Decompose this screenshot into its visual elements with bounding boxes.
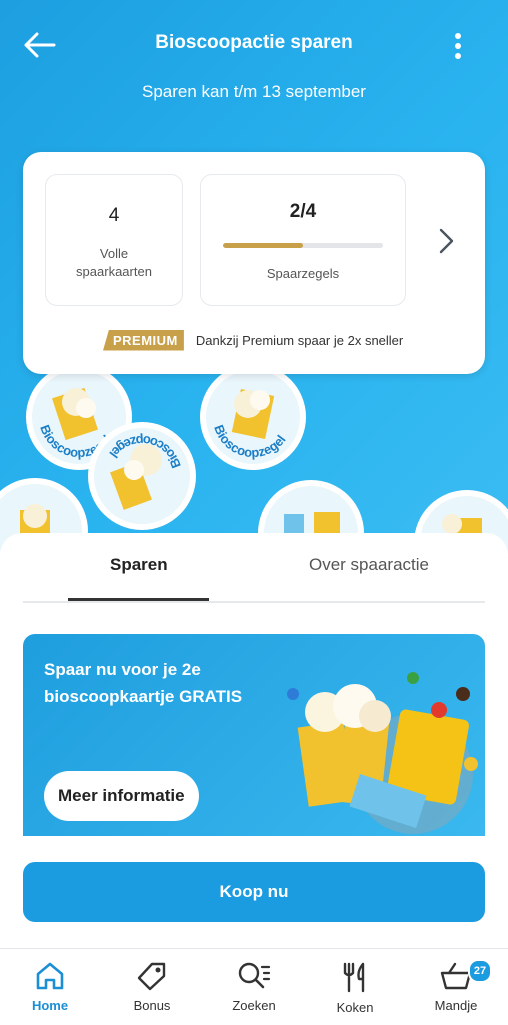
premium-info: PREMIUM Dankzij Premium spaar je 2x snel… (103, 328, 403, 352)
savings-summary-card: 4 Volle spaarkaarten 2/4 Spaarzegels PRE… (23, 152, 485, 374)
page-title: Bioscoopactie sparen (155, 32, 353, 53)
tab-over-spaaractie[interactable]: Over spaaractie (309, 555, 429, 575)
buy-now-button[interactable]: Koop nu (23, 862, 485, 922)
premium-text: Dankzij Premium spaar je 2x sneller (195, 332, 404, 348)
stamps-progress-fill (223, 243, 303, 248)
chevron-right-icon[interactable] (435, 226, 457, 256)
buy-area: Koop nu (0, 836, 508, 948)
bottom-navigation: Home Bonus Zoeken Koken 27 Mandje (0, 948, 508, 1025)
nav-bonus[interactable]: Bonus (102, 961, 202, 1013)
hero-header: Bioscoopactie sparen Sparen kan t/m 13 s… (0, 0, 508, 560)
more-info-button[interactable]: Meer informatie (44, 771, 199, 821)
nav-zoeken[interactable]: Zoeken (204, 961, 304, 1013)
active-tab-indicator (68, 598, 209, 601)
tab-bar: Sparen Over spaaractie (23, 533, 485, 603)
nav-label: Bonus (133, 998, 171, 1013)
more-options-icon[interactable] (448, 32, 468, 60)
nav-koken[interactable]: Koken (305, 961, 405, 1015)
promo-banner: Spaar nu voor je 2e bioscoopkaartje GRAT… (23, 634, 485, 839)
stamps-label: Spaarzegels (266, 266, 340, 281)
home-icon (36, 962, 64, 990)
stamps-progress-bar (223, 243, 383, 248)
stamp-image: Bioscoopzegel (88, 422, 196, 530)
popcorn-candy-illustration (287, 672, 478, 834)
tab-sparen[interactable]: Sparen (110, 555, 168, 575)
tag-icon (137, 962, 166, 991)
full-cards-label: Volle spaarkaarten (76, 246, 152, 279)
cutlery-icon (343, 962, 365, 993)
nav-label: Home (31, 998, 69, 1013)
stamp-image: Bioscoopzegel (200, 364, 306, 470)
full-cards-tile: 4 Volle spaarkaarten (45, 174, 183, 306)
nav-home[interactable]: Home (0, 961, 100, 1013)
premium-badge: PREMIUM (103, 329, 184, 351)
cart-count-badge: 27 (468, 959, 492, 983)
search-icon (238, 962, 271, 989)
promo-text: Spaar nu voor je 2e bioscoopkaartje GRAT… (44, 660, 243, 706)
full-cards-count: 4 (108, 205, 120, 226)
stamps-tile: 2/4 Spaarzegels (200, 174, 406, 306)
stamps-count: 2/4 (289, 201, 317, 222)
nav-label: Mandje (434, 998, 478, 1013)
nav-label: Zoeken (232, 998, 276, 1013)
deadline-subtitle: Sparen kan t/m 13 september (142, 82, 366, 101)
nav-label: Koken (336, 1000, 374, 1015)
nav-mandje[interactable]: 27 Mandje (406, 959, 506, 1013)
